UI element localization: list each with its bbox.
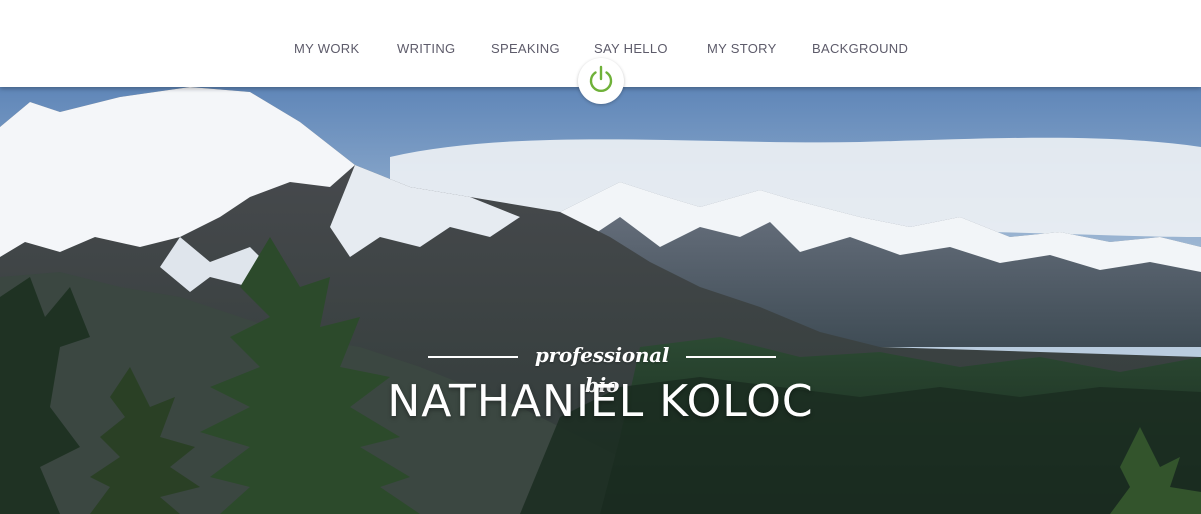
power-icon	[589, 65, 613, 93]
nav-background[interactable]: BACKGROUND	[812, 40, 908, 58]
nav-my-work[interactable]: MY WORK	[294, 40, 359, 58]
subtitle-divider-left	[428, 356, 518, 358]
nav-say-hello[interactable]: SAY HELLO	[594, 40, 668, 58]
home-power-button[interactable]	[578, 58, 624, 104]
subtitle-divider-right	[686, 356, 776, 358]
mountain-landscape-photo	[0, 87, 1201, 514]
nav-speaking[interactable]: SPEAKING	[491, 40, 560, 58]
bio-subtitle: professional bio	[534, 343, 670, 397]
page-title-name: NATHANIEL KOLOC	[387, 376, 814, 427]
nav-my-story[interactable]: MY STORY	[707, 40, 777, 58]
nav-writing[interactable]: WRITING	[397, 40, 455, 58]
nav-menu: MY WORK WRITING SPEAKING SAY HELLO MY ST…	[0, 40, 1201, 58]
hero-banner	[0, 87, 1201, 514]
